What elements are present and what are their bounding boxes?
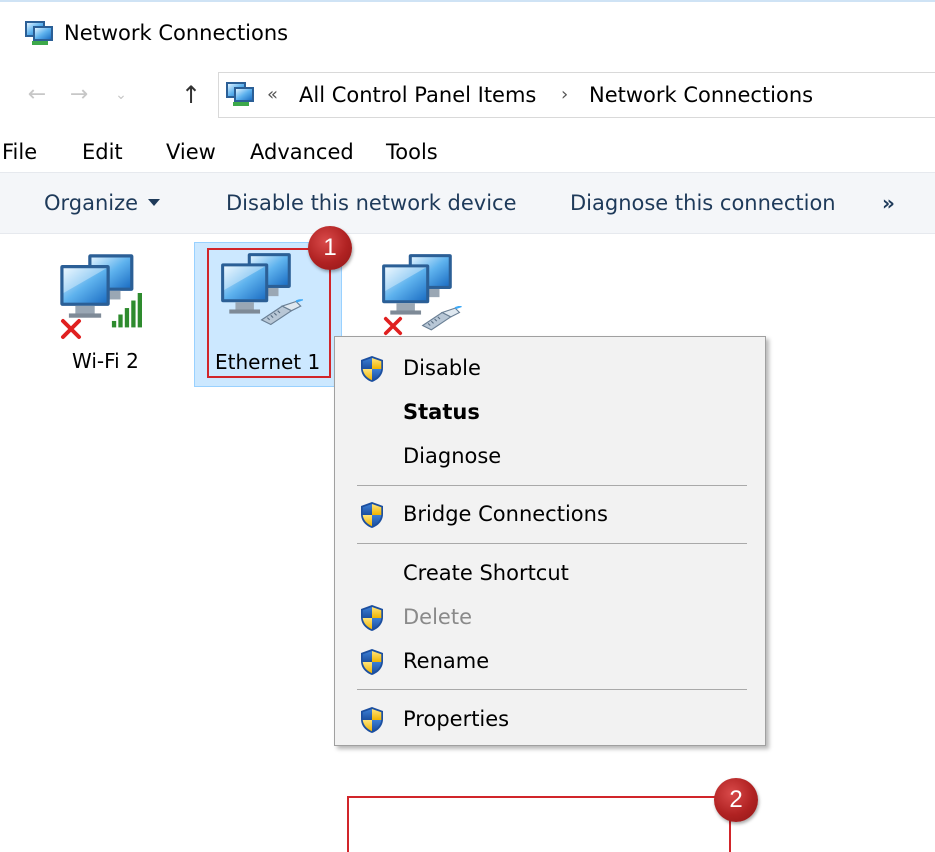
breadcrumb-all-control-panel-items[interactable]: All Control Panel Items (299, 81, 536, 109)
uac-shield-icon (359, 648, 385, 676)
breadcrumb-separator-icon[interactable]: › (561, 81, 568, 109)
ethernet-plug-icon (418, 306, 462, 332)
disconnected-x-icon (61, 319, 81, 339)
network-connections-icon (25, 21, 53, 45)
menu-item-bridge-connections[interactable]: Bridge Connections (335, 494, 765, 534)
connection-ethernet-2[interactable] (366, 244, 476, 336)
annotation-badge-2: 2 (714, 778, 758, 822)
connection-label: Wi-Fi 2 (72, 349, 139, 373)
menu-item-label: Properties (403, 707, 510, 731)
back-arrow-icon[interactable]: ← (22, 78, 52, 112)
menu-item-disable[interactable]: Disable (335, 348, 765, 388)
menu-view[interactable]: View (166, 138, 216, 166)
dropdown-caret-icon (148, 198, 161, 206)
more-commands-icon[interactable]: » (882, 189, 895, 217)
window-top-border (0, 0, 935, 2)
menu-separator (357, 543, 747, 544)
forward-arrow-icon[interactable]: → (64, 78, 94, 112)
menu-separator (357, 689, 747, 690)
diagnose-connection-button[interactable]: Diagnose this connection (570, 189, 836, 217)
menu-item-diagnose[interactable]: Diagnose (335, 436, 765, 476)
menu-item-rename[interactable]: Rename (335, 641, 765, 681)
menu-advanced[interactable]: Advanced (250, 138, 354, 166)
menu-file[interactable]: File (2, 138, 37, 166)
menu-item-label: Status (403, 400, 480, 424)
window-title: Network Connections (64, 21, 289, 45)
command-bar: Organize Disable this network device Dia… (0, 172, 935, 234)
menu-separator (357, 485, 747, 486)
annotation-highlight-2 (347, 796, 731, 852)
annotation-badge-1: 1 (308, 226, 352, 270)
menu-edit[interactable]: Edit (82, 138, 123, 166)
uac-shield-icon (359, 604, 385, 632)
connection-wifi-2[interactable]: Wi-Fi 2 (40, 244, 160, 380)
disable-device-button[interactable]: Disable this network device (226, 189, 517, 217)
menu-item-label: Bridge Connections (403, 502, 608, 526)
menu-tools[interactable]: Tools (386, 138, 438, 166)
menu-item-label: Rename (403, 649, 490, 673)
menu-item-label: Diagnose (403, 444, 502, 468)
context-menu: Disable Status Diagnose Bridge Connectio… (334, 336, 766, 746)
menu-item-delete: Delete (335, 597, 765, 637)
menu-item-properties[interactable]: Properties (335, 699, 765, 739)
annotation-highlight-1 (207, 248, 331, 378)
recent-locations-chevron-icon[interactable]: ⌄ (112, 78, 130, 112)
title-bar: Network Connections (0, 8, 935, 54)
menu-item-label: Delete (403, 605, 472, 629)
menu-bar: File Edit View Advanced Tools (0, 136, 935, 170)
menu-item-label: Create Shortcut (403, 561, 569, 585)
disconnected-x-icon (383, 316, 403, 336)
breadcrumb-overflow-icon[interactable]: « (267, 82, 278, 108)
menu-item-label: Disable (403, 356, 481, 380)
breadcrumb-network-connections[interactable]: Network Connections (589, 81, 813, 109)
control-panel-icon (226, 82, 254, 106)
organize-label: Organize (44, 191, 139, 215)
navigation-bar: ← → ⌄ ↑ « All Control Panel Items › Netw… (0, 72, 935, 120)
up-arrow-icon[interactable]: ↑ (176, 78, 206, 112)
uac-shield-icon (359, 355, 385, 383)
uac-shield-icon (359, 501, 385, 529)
menu-item-status[interactable]: Status (335, 392, 765, 432)
organize-button[interactable]: Organize (44, 189, 161, 217)
uac-shield-icon (359, 706, 385, 734)
address-bar[interactable]: « All Control Panel Items › Network Conn… (218, 72, 935, 118)
menu-item-create-shortcut[interactable]: Create Shortcut (335, 553, 765, 593)
